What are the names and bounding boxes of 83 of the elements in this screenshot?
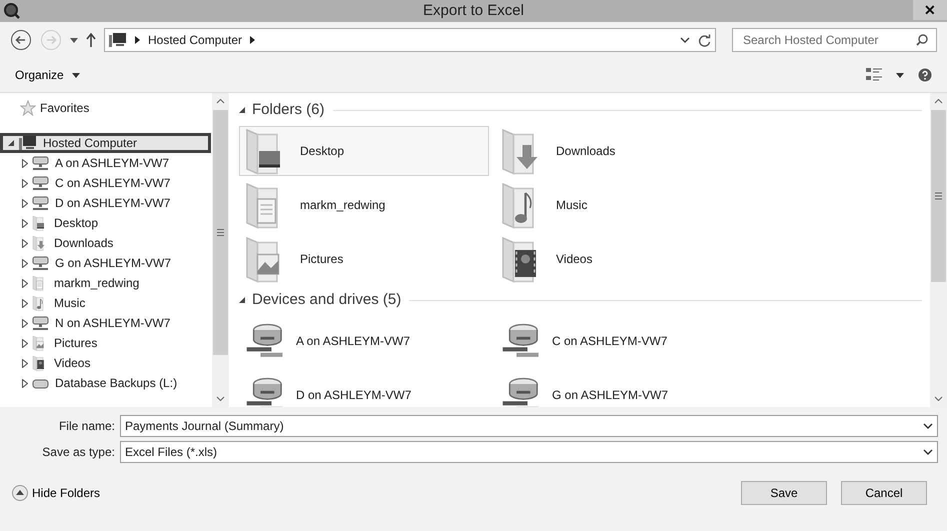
network-drive-icon [32, 256, 49, 270]
collapsed-arrow-icon[interactable] [22, 338, 28, 348]
dropdown-caret-icon[interactable] [70, 38, 78, 42]
dropdown-field[interactable]: Payments Journal (Summary) [120, 415, 938, 437]
file-item[interactable]: Downloads [495, 126, 745, 176]
tree-item[interactable]: C on ASHLEYM-VW7 [0, 173, 212, 193]
breadcrumb-arrow-icon[interactable] [135, 36, 140, 44]
dropdown-caret-icon[interactable] [896, 72, 904, 78]
chevron-down-icon [923, 448, 933, 456]
dropdown-field[interactable]: Excel Files (*.xls) [120, 441, 938, 463]
close-button[interactable]: ✕ [913, 0, 947, 20]
tree-item[interactable]: markm_redwing [0, 273, 212, 293]
collapsed-arrow-icon[interactable] [22, 218, 28, 228]
file-item[interactable]: Pictures [239, 234, 489, 284]
file-item[interactable]: markm_redwing [239, 180, 489, 230]
collapsed-arrow-icon[interactable] [22, 178, 28, 188]
address-bar[interactable]: Hosted Computer [104, 28, 716, 52]
search-field[interactable]: Search Hosted Computer [732, 28, 937, 52]
file-item[interactable]: Music [495, 180, 745, 230]
tree-item[interactable]: A on ASHLEYM-VW7 [0, 153, 212, 173]
collapsed-arrow-icon[interactable] [22, 298, 28, 308]
app-logo-icon [3, 2, 21, 20]
tree-item[interactable]: Desktop [0, 213, 212, 233]
refresh-icon[interactable] [698, 34, 711, 46]
search-icon[interactable] [916, 34, 928, 46]
file-item[interactable]: Videos [495, 234, 745, 284]
field-label: Save as type: [41, 444, 116, 461]
network-drive-icon [32, 156, 49, 170]
collapsed-arrow-icon[interactable] [22, 198, 28, 208]
star-icon [20, 100, 36, 116]
scroll-thumb[interactable] [931, 110, 946, 282]
scroll-thumb[interactable] [213, 110, 228, 355]
network-drive-icon [32, 316, 49, 330]
window-title: Export to Excel [423, 1, 524, 21]
search-input[interactable]: Search Hosted Computer [741, 30, 916, 50]
hide-folders-button[interactable]: Hide Folders [12, 485, 100, 501]
expanded-arrow-icon[interactable] [8, 140, 15, 146]
chevron-down-icon [923, 422, 933, 430]
chevron-down-icon[interactable] [680, 36, 690, 44]
scrollbar[interactable] [212, 93, 229, 407]
computer-icon [19, 135, 37, 151]
tree-item[interactable]: Hosted Computer [0, 133, 211, 153]
file-item[interactable]: A on ASHLEYM-VW7 [239, 316, 489, 366]
collapsed-arrow-icon[interactable] [22, 318, 28, 328]
file-item[interactable]: C on ASHLEYM-VW7 [495, 316, 745, 366]
tree-item[interactable]: Music [0, 293, 212, 313]
network-drive-icon [32, 176, 49, 190]
collapsed-arrow-icon[interactable] [22, 278, 28, 288]
collapsed-arrow-icon[interactable] [22, 378, 28, 388]
back-button[interactable] [10, 29, 32, 51]
help-icon[interactable] [918, 68, 932, 82]
computer-icon [109, 32, 127, 48]
collapse-icon [12, 485, 28, 501]
tree-item[interactable]: G on ASHLEYM-VW7 [0, 253, 212, 273]
collapsed-arrow-icon[interactable] [22, 258, 28, 268]
tree-item[interactable]: Database Backups (L:) [0, 373, 212, 393]
group-header[interactable]: Folders (6) [252, 98, 325, 122]
tree-item[interactable]: Videos [0, 353, 212, 373]
tree-item[interactable]: N on ASHLEYM-VW7 [0, 313, 212, 333]
scrollbar[interactable] [930, 93, 947, 407]
cancel-button[interactable]: Cancel [841, 481, 927, 505]
caret-icon [72, 72, 80, 78]
organize-button[interactable]: Organize [15, 68, 80, 82]
tree-item[interactable]: D on ASHLEYM-VW7 [0, 193, 212, 213]
tree-item[interactable]: Downloads [0, 233, 212, 253]
breadcrumb-arrow-icon[interactable] [250, 36, 256, 44]
up-arrow-icon[interactable] [86, 33, 96, 47]
collapsed-arrow-icon[interactable] [22, 238, 28, 248]
field-label: File name: [58, 418, 116, 435]
expanded-arrow-icon[interactable] [239, 106, 246, 114]
file-item[interactable]: G on ASHLEYM-VW7 [495, 370, 745, 407]
group-header[interactable]: Devices and drives (5) [252, 288, 402, 312]
file-item[interactable]: Desktop [239, 126, 489, 176]
favorites-link[interactable]: Favorites [40, 99, 90, 117]
save-button[interactable]: Save [741, 481, 827, 505]
tree-item[interactable]: Pictures [0, 333, 212, 353]
network-drive-icon [32, 196, 49, 210]
file-item[interactable]: D on ASHLEYM-VW7 [239, 370, 489, 407]
collapsed-arrow-icon[interactable] [22, 358, 28, 368]
breadcrumb-item[interactable]: Hosted Computer [148, 31, 242, 49]
view-options-icon[interactable] [866, 67, 882, 83]
expanded-arrow-icon[interactable] [239, 296, 246, 304]
collapsed-arrow-icon[interactable] [22, 158, 28, 168]
